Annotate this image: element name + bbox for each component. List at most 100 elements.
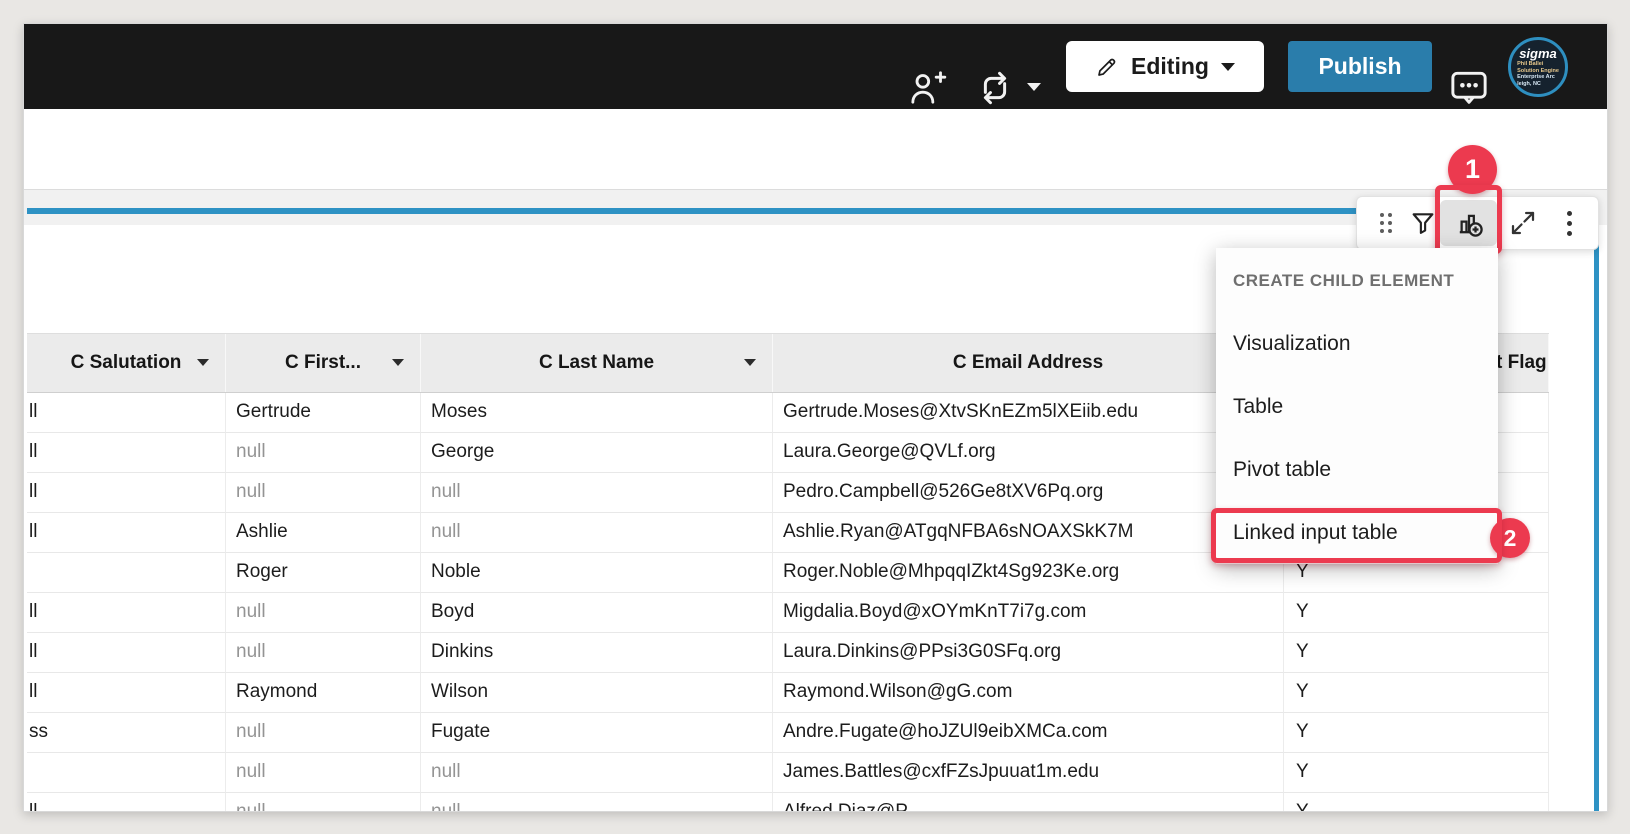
sync-icon [974, 67, 1016, 109]
table-cell[interactable]: ll [27, 633, 226, 673]
menu-item-pivot-table[interactable]: Pivot table [1216, 438, 1498, 501]
table-cell[interactable]: Y [1284, 713, 1549, 753]
column-header-3[interactable]: C Email Address [773, 334, 1284, 392]
table-cell[interactable] [27, 753, 226, 793]
table-cell[interactable]: Roger.Noble@MhpqqIZkt4Sg923Ke.org [773, 553, 1284, 593]
table-cell[interactable]: George [421, 433, 773, 473]
table-cell[interactable]: ll [27, 433, 226, 473]
table-cell[interactable]: Y [1284, 593, 1549, 633]
table-cell[interactable]: ll [27, 513, 226, 553]
column-header-label: C First... [285, 352, 361, 374]
column-menu-caret-icon[interactable] [392, 359, 404, 366]
kebab-menu-icon [1567, 211, 1572, 236]
table-cell[interactable]: ll [27, 393, 226, 433]
table-cell[interactable]: ll [27, 593, 226, 633]
expand-arrows-icon [1508, 208, 1538, 238]
comments-button[interactable] [1444, 64, 1494, 112]
menu-item-linked-input-table[interactable]: Linked input table [1216, 501, 1498, 564]
table-cell[interactable]: null [226, 793, 421, 811]
table-cell[interactable]: Roger [226, 553, 421, 593]
drag-handle-icon [1380, 213, 1392, 233]
table-cell[interactable]: Ashlie [226, 513, 421, 553]
table-cell[interactable]: null [421, 753, 773, 793]
table-cell[interactable]: Raymond.Wilson@gG.com [773, 673, 1284, 713]
table-cell[interactable]: Dinkins [421, 633, 773, 673]
table-cell[interactable]: Migdalia.Boyd@xOYmKnT7i7g.com [773, 593, 1284, 633]
element-toolbar [1356, 196, 1599, 250]
table-cell[interactable]: Laura.George@QVLf.org [773, 433, 1284, 473]
workbook-topbar: Editing Publish sigma [24, 24, 1607, 109]
column-header-0[interactable]: C Salutation [27, 334, 226, 392]
table-cell[interactable]: null [226, 593, 421, 633]
menu-item-visualization[interactable]: Visualization [1216, 312, 1498, 375]
editing-mode-button[interactable]: Editing [1066, 41, 1264, 92]
sigma-logo: sigma [1519, 46, 1557, 61]
table-cell[interactable]: Y [1284, 673, 1549, 713]
table-cell[interactable]: Wilson [421, 673, 773, 713]
table-cell[interactable]: Pedro.Campbell@526Ge8tXV6Pq.org [773, 473, 1284, 513]
table-cell[interactable]: null [421, 793, 773, 811]
drag-handle[interactable] [1374, 197, 1398, 249]
table-cell[interactable]: ll [27, 793, 226, 811]
table-cell[interactable]: null [226, 713, 421, 753]
create-child-element-button[interactable] [1440, 197, 1497, 249]
comment-bubble-icon [1446, 66, 1492, 110]
table-cell[interactable]: Raymond [226, 673, 421, 713]
table-cell[interactable]: Laura.Dinkins@PPsi3G0SFq.org [773, 633, 1284, 673]
table-cell[interactable]: null [421, 473, 773, 513]
menu-header: CREATE CHILD ELEMENT [1216, 260, 1498, 302]
column-header-1[interactable]: C First... [226, 334, 421, 392]
table-cell[interactable]: null [226, 473, 421, 513]
table-cell[interactable] [27, 553, 226, 593]
filter-button[interactable] [1404, 197, 1442, 249]
table-cell[interactable]: null [226, 633, 421, 673]
table-cell[interactable]: Fugate [421, 713, 773, 753]
table-cell[interactable]: Ashlie.Ryan@ATgqNFBA6sNOAXSkK7M [773, 513, 1284, 553]
table-row: llnullnullAlfred.Diaz@PY [27, 793, 1549, 811]
table-cell[interactable]: Alfred.Diaz@P [773, 793, 1284, 811]
menu-items: VisualizationTablePivot tableLinked inpu… [1216, 312, 1498, 564]
table-cell[interactable]: null [421, 513, 773, 553]
filter-icon [1408, 208, 1438, 238]
column-header-2[interactable]: C Last Name [421, 334, 773, 392]
table-cell[interactable]: null [226, 753, 421, 793]
editing-label: Editing [1131, 53, 1209, 80]
add-user-icon [907, 67, 947, 109]
table-cell[interactable]: Gertrude [226, 393, 421, 433]
table-cell[interactable]: Y [1284, 793, 1549, 811]
column-menu-caret-icon[interactable] [197, 359, 209, 366]
table-cell[interactable]: null [226, 433, 421, 473]
avatar-text-line: Enterprise Arc [1517, 74, 1559, 81]
editing-caret-icon [1221, 63, 1235, 71]
publish-button[interactable]: Publish [1288, 41, 1432, 92]
user-avatar[interactable]: sigma Phil BalleiSolution EngineEnterpri… [1508, 37, 1568, 97]
table-cell[interactable]: Y [1284, 633, 1549, 673]
annotation-badge-1: 1 [1448, 145, 1497, 194]
table-row: nullnullJames.Battles@cxfFZsJpuuat1m.edu… [27, 753, 1549, 793]
table-cell[interactable]: Noble [421, 553, 773, 593]
column-menu-caret-icon[interactable] [744, 359, 756, 366]
table-cell[interactable]: Y [1284, 753, 1549, 793]
menu-item-table[interactable]: Table [1216, 375, 1498, 438]
selection-border-right [1594, 208, 1599, 811]
table-cell[interactable]: ss [27, 713, 226, 753]
refresh-data-button[interactable] [972, 65, 1018, 111]
table-cell[interactable]: Andre.Fugate@hoJZUl9eibXMCa.com [773, 713, 1284, 753]
avatar-text-lines: Phil BalleiSolution EngineEnterprise Arc… [1517, 61, 1559, 87]
table-row: llRaymondWilsonRaymond.Wilson@gG.comY [27, 673, 1549, 713]
column-header-label: C Salutation [71, 352, 182, 374]
table-cell[interactable]: Boyd [421, 593, 773, 633]
column-header-label: t Flag [1496, 352, 1547, 374]
table-cell[interactable]: Moses [421, 393, 773, 433]
invite-user-button[interactable] [906, 65, 948, 111]
create-child-element-menu: CREATE CHILD ELEMENT VisualizationTableP… [1216, 248, 1498, 564]
table-cell[interactable]: ll [27, 473, 226, 513]
table-cell[interactable]: ll [27, 673, 226, 713]
element-more-options-button[interactable] [1555, 197, 1583, 249]
table-cell[interactable]: Gertrude.Moses@XtvSKnEZm5lXEiib.edu [773, 393, 1284, 433]
table-row: llnullBoydMigdalia.Boyd@xOYmKnT7i7g.comY [27, 593, 1549, 633]
maximize-element-button[interactable] [1503, 197, 1543, 249]
column-header-label: C Email Address [953, 352, 1103, 374]
table-cell[interactable]: James.Battles@cxfFZsJpuuat1m.edu [773, 753, 1284, 793]
refresh-options-caret[interactable] [1027, 83, 1041, 91]
